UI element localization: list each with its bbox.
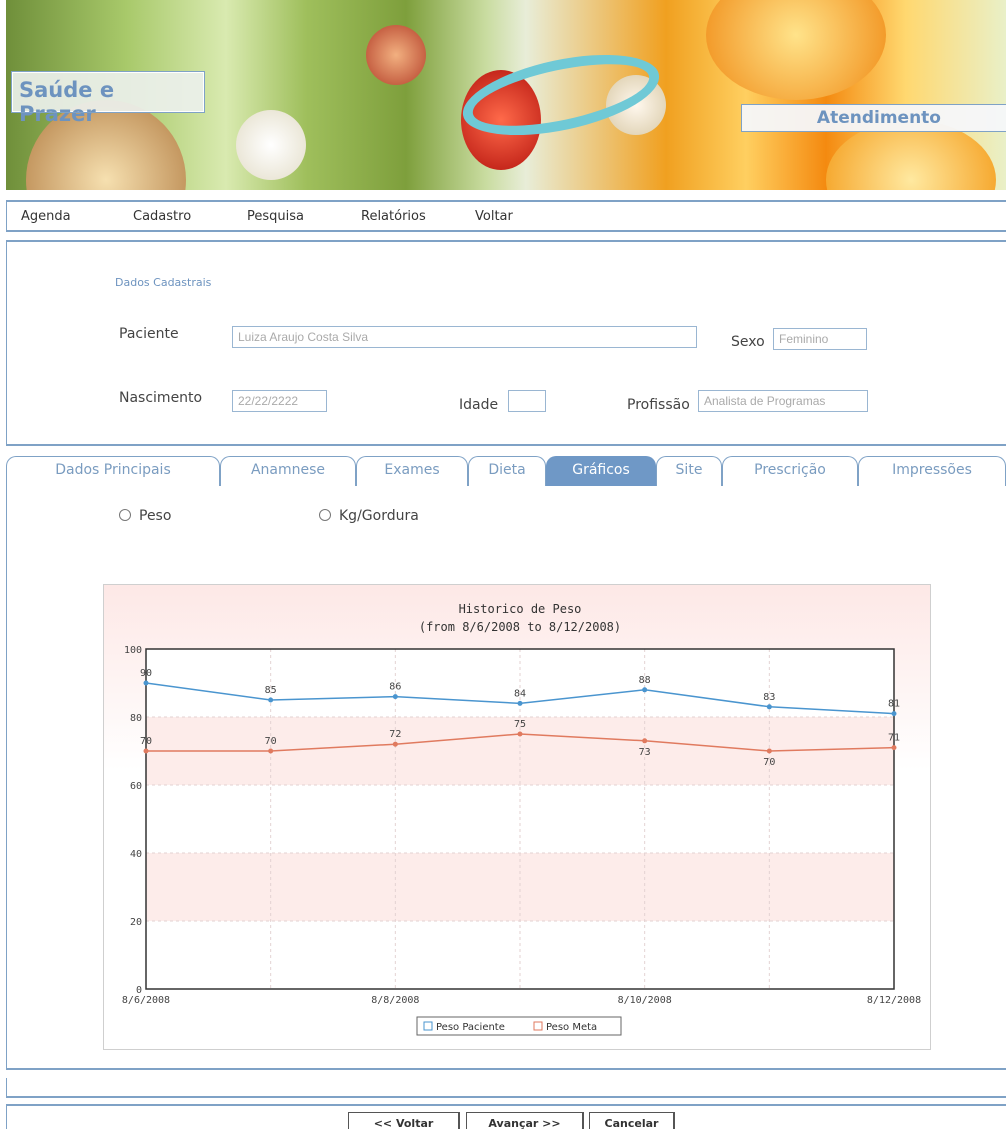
- tab-impressoes[interactable]: Impressões: [858, 456, 1006, 486]
- x-tick-label: 8/8/2008: [371, 995, 419, 1006]
- tab-content: Peso Kg/Gordura Historico de Peso (from 8…: [6, 486, 1006, 1070]
- radio-circle-icon: [319, 509, 331, 521]
- section-title: Atendimento: [741, 104, 1006, 132]
- main-menu: Agenda Cadastro Pesquisa Relatórios Volt…: [6, 200, 1006, 232]
- banner-tomato-image: [366, 25, 426, 85]
- paciente-field[interactable]: Luiza Araujo Costa Silva: [232, 326, 697, 348]
- data-point: [642, 687, 648, 693]
- x-tick-label: 8/6/2008: [122, 995, 170, 1006]
- menu-item-relatorios[interactable]: Relatórios: [361, 209, 426, 224]
- idade-field[interactable]: [508, 390, 546, 412]
- avancar-button[interactable]: Avançar >>: [466, 1112, 584, 1129]
- data-point: [392, 694, 398, 700]
- y-tick-label: 80: [130, 713, 142, 724]
- data-label: 71: [888, 733, 900, 744]
- tab-graficos[interactable]: Gráficos: [546, 456, 656, 486]
- x-tick-label: 8/12/2008: [867, 995, 921, 1006]
- data-point: [392, 741, 398, 747]
- menu-item-voltar[interactable]: Voltar: [475, 209, 513, 224]
- data-point: [891, 711, 897, 717]
- radio-circle-icon: [119, 509, 131, 521]
- patient-panel: Dados Cadastrais Paciente Luiza Araujo C…: [6, 240, 1006, 446]
- radio-kg-gordura-label: Kg/Gordura: [339, 508, 419, 524]
- header-banner: Saúde e Prazer Atendimento: [6, 0, 1006, 190]
- data-point: [143, 748, 149, 754]
- nascimento-label: Nascimento: [119, 390, 203, 406]
- menu-item-pesquisa[interactable]: Pesquisa: [247, 209, 304, 224]
- content-strip: [6, 1078, 1006, 1098]
- radio-peso-label: Peso: [139, 508, 172, 524]
- sexo-field[interactable]: Feminino: [773, 328, 867, 350]
- y-tick-label: 60: [130, 781, 142, 792]
- footer-bar: << Voltar Avançar >> Cancelar: [6, 1104, 1006, 1129]
- data-label: 73: [639, 747, 651, 758]
- data-label: 83: [763, 692, 775, 703]
- menu-item-agenda[interactable]: Agenda: [21, 209, 71, 224]
- radio-kg-gordura[interactable]: Kg/Gordura: [319, 508, 419, 524]
- data-label: 75: [514, 719, 526, 730]
- data-label: 72: [389, 729, 401, 740]
- tab-prescricao[interactable]: Prescrição: [722, 456, 858, 486]
- tab-dados-principais[interactable]: Dados Principais: [6, 456, 220, 486]
- y-tick-label: 20: [130, 917, 142, 928]
- data-label: 88: [639, 675, 651, 686]
- nascimento-field[interactable]: 22/22/2222: [232, 390, 327, 412]
- voltar-button[interactable]: << Voltar: [348, 1112, 460, 1129]
- banner-garlic-image: [236, 110, 306, 180]
- y-tick-label: 100: [124, 645, 142, 656]
- data-point: [517, 731, 523, 737]
- data-label: 90: [140, 668, 152, 679]
- y-tick-label: 40: [130, 849, 142, 860]
- data-label: 70: [265, 736, 277, 747]
- data-point: [766, 704, 772, 710]
- data-point: [517, 700, 523, 706]
- data-point: [891, 745, 897, 751]
- chart-container: Historico de Peso (from 8/6/2008 to 8/12/…: [103, 584, 931, 1050]
- data-point: [143, 680, 149, 686]
- paciente-label: Paciente: [119, 326, 179, 342]
- data-label: 85: [265, 685, 277, 696]
- tab-dieta[interactable]: Dieta: [468, 456, 546, 486]
- plot-band: [146, 853, 894, 921]
- data-point: [642, 738, 648, 744]
- profissao-label: Profissão: [627, 397, 690, 413]
- tab-exames[interactable]: Exames: [356, 456, 468, 486]
- tab-anamnese[interactable]: Anamnese: [220, 456, 356, 486]
- legend-entry: Peso Paciente: [436, 1022, 505, 1033]
- idade-label: Idade: [459, 397, 499, 413]
- menu-item-cadastro[interactable]: Cadastro: [133, 209, 191, 224]
- data-point: [268, 748, 274, 754]
- tab-site[interactable]: Site: [656, 456, 722, 486]
- weight-history-chart: Historico de Peso (from 8/6/2008 to 8/12/…: [122, 602, 921, 1036]
- radio-peso[interactable]: Peso: [119, 508, 171, 524]
- data-point: [268, 697, 274, 703]
- data-point: [766, 748, 772, 754]
- chart-subtitle: (from 8/6/2008 to 8/12/2008): [419, 620, 621, 634]
- data-label: 84: [514, 688, 526, 699]
- data-label: 70: [763, 757, 775, 768]
- data-label: 70: [140, 736, 152, 747]
- data-label: 86: [389, 682, 401, 693]
- data-label: 81: [888, 699, 900, 710]
- banner-orange-image: [706, 0, 886, 100]
- chart-title: Historico de Peso: [459, 602, 582, 616]
- brand-title: Saúde e Prazer: [11, 71, 205, 126]
- tab-bar: Dados Principais Anamnese Exames Dieta G…: [6, 456, 1006, 486]
- sexo-label: Sexo: [731, 334, 765, 350]
- cancelar-button[interactable]: Cancelar: [589, 1112, 675, 1129]
- profissao-field[interactable]: Analista de Programas: [698, 390, 868, 412]
- legend-entry: Peso Meta: [546, 1022, 597, 1033]
- x-tick-label: 8/10/2008: [618, 995, 672, 1006]
- section-heading: Dados Cadastrais: [115, 276, 212, 289]
